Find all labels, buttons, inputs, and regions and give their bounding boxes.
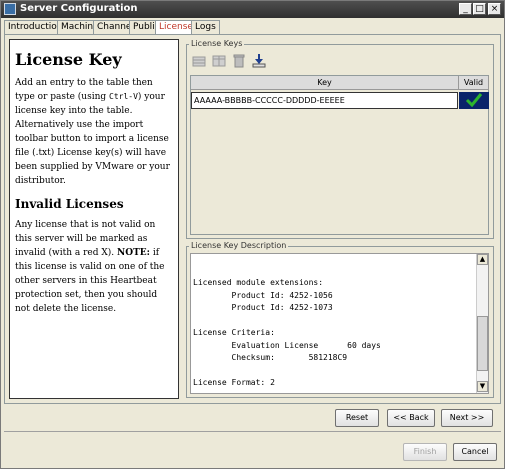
footer-separator (4, 431, 501, 432)
description-scrollbar[interactable]: ▲ ▼ (476, 254, 488, 393)
scroll-thumb[interactable] (477, 316, 488, 371)
next-button[interactable]: Next >> (441, 409, 493, 427)
help-paragraph-2: Any license that is not valid on this se… (15, 218, 173, 316)
scroll-up-icon[interactable]: ▲ (477, 254, 488, 265)
license-keys-label: License Keys (189, 39, 245, 48)
window-title: Server Configuration (20, 3, 138, 14)
maximize-button[interactable]: □ (473, 3, 486, 15)
close-button[interactable]: × (488, 3, 501, 15)
license-key-cell[interactable]: AAAAA-BBBBB-CCCCC-DDDDD-EEEEE (191, 92, 458, 109)
license-description-text: Licensed module extensions: Product Id: … (193, 278, 381, 387)
checkmark-icon (465, 93, 483, 108)
help-subheading: Invalid Licenses (15, 197, 124, 211)
server-configuration-window: Server Configuration _ □ × Introduction … (0, 0, 505, 469)
finish-button[interactable]: Finish (403, 443, 447, 461)
license-description-label: License Key Description (189, 241, 289, 250)
license-description-area[interactable]: Licensed module extensions: Product Id: … (190, 253, 489, 394)
help-panel: License Key Add an entry to the table th… (9, 39, 179, 399)
help-code: Ctrl-V (109, 92, 138, 101)
title-bar[interactable]: Server Configuration _ □ × (1, 1, 504, 18)
help-heading: License Key (15, 50, 122, 69)
reset-button[interactable]: Reset (335, 409, 379, 427)
app-icon (4, 3, 16, 15)
valid-cell[interactable] (459, 92, 489, 109)
scroll-down-icon[interactable]: ▼ (477, 381, 488, 392)
delete-icon[interactable] (230, 53, 248, 71)
help-paragraph-1: Add an entry to the table then type or p… (15, 76, 173, 188)
help-note: NOTE: (117, 248, 150, 258)
license-key-table[interactable]: Key Valid AAAAA-BBBBB-CCCCC-DDDDD-EEEEE (190, 75, 489, 235)
cancel-button[interactable]: Cancel (453, 443, 497, 461)
column-header-valid[interactable]: Valid (459, 76, 489, 90)
add-row-icon[interactable] (190, 53, 208, 71)
help-text: ) your license key into the table. Alter… (15, 92, 170, 186)
column-header-key[interactable]: Key (191, 76, 459, 90)
tab-logs[interactable]: Logs (191, 20, 220, 34)
import-icon[interactable] (250, 53, 268, 71)
minimize-button[interactable]: _ (459, 3, 472, 15)
insert-row-icon[interactable] (210, 53, 228, 71)
back-button[interactable]: << Back (387, 409, 435, 427)
